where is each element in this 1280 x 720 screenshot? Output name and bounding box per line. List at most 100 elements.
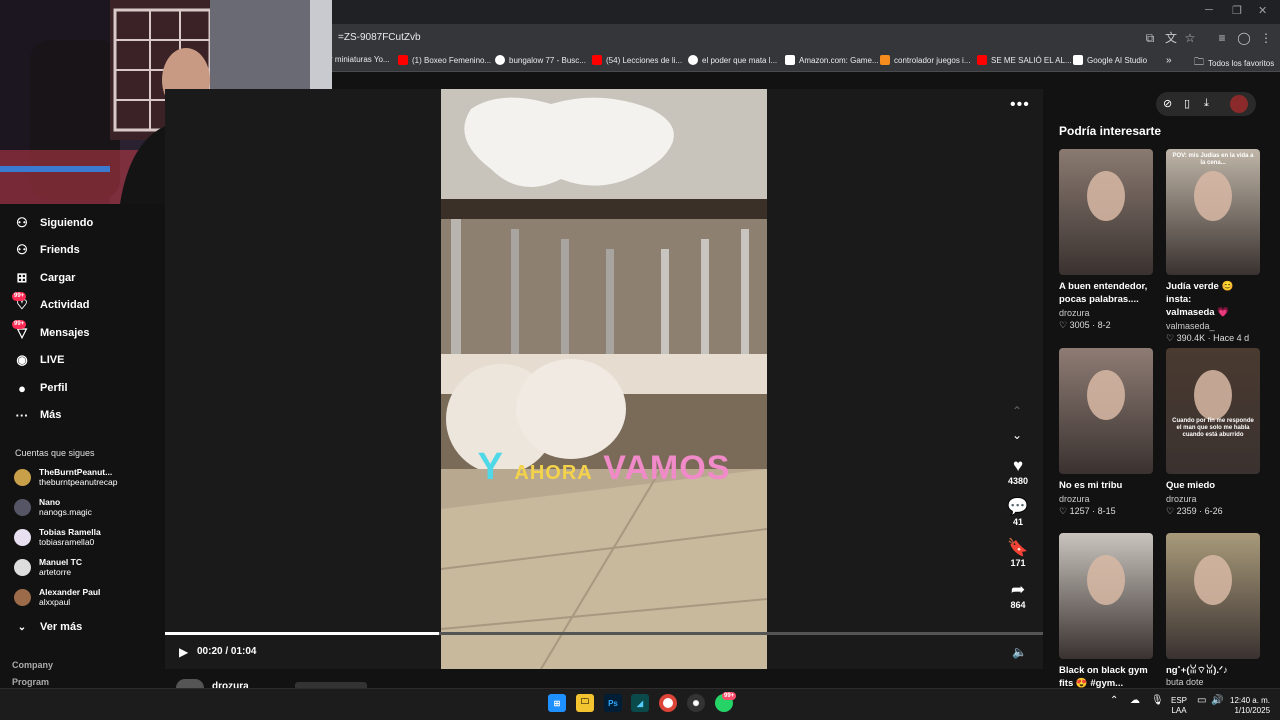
next-video-icon[interactable]: ⌄	[1012, 428, 1022, 442]
footer-program[interactable]: Program	[12, 677, 49, 687]
share-button[interactable]: ➦ 864	[1003, 580, 1033, 610]
sidebar-item-mensajes[interactable]: ▽ 99+ Mensajes	[12, 320, 90, 341]
sidebar-item-live[interactable]: ◉ LIVE	[14, 352, 64, 368]
start-icon[interactable]: ⊞	[548, 694, 566, 712]
comment-button[interactable]: 💬 41	[1003, 497, 1033, 527]
followed-account[interactable]: Nano nanogs.magic	[14, 497, 92, 517]
bookmark-item[interactable]: SE ME SALIÓ EL AL...	[977, 55, 1072, 65]
thumbnail-figure	[1087, 555, 1125, 605]
followed-account[interactable]: TheBurntPeanut... theburntpeanutrecap	[14, 467, 117, 487]
play-icon[interactable]: ▶	[179, 645, 188, 659]
restore-icon[interactable]: ❐	[1232, 4, 1242, 17]
bookmark-item[interactable]: bungalow 77 - Busc...	[495, 55, 586, 65]
sidebar-item-cargar[interactable]: ⊞ Cargar	[14, 270, 76, 286]
card-author: drozura	[1166, 494, 1197, 504]
tray-arrow-icon[interactable]: ⌃	[1110, 696, 1118, 706]
bookmark-label: bungalow 77 - Busc...	[509, 55, 586, 65]
card-title: Que miedo	[1166, 479, 1261, 492]
chrome-icon[interactable]	[659, 694, 677, 712]
download-icon[interactable]: ⤓	[1204, 97, 1209, 110]
video-thumbnail: Cuando por fin me responde el man que so…	[1166, 348, 1260, 474]
save-button[interactable]: 🔖 171	[1003, 538, 1033, 568]
recommended-video-card[interactable]: A buen entendedor, pocas palabras.... droz…	[1059, 149, 1154, 331]
recommended-video-card[interactable]: ng˚+(ꈍ⌔ꈍ).ᐟ♪ buta dote	[1166, 533, 1261, 687]
clock[interactable]: 12:40 a. m. 1/10/2025	[1230, 696, 1270, 716]
see-more-label: Ver más	[40, 621, 83, 633]
whatsapp-badge: 99+	[722, 692, 737, 700]
profile-icon[interactable]: ◯	[1236, 30, 1252, 46]
sidebar-item-más[interactable]: ··· Más	[14, 407, 62, 423]
media-controls-icon[interactable]: ≡	[1214, 30, 1230, 46]
bookmark-star-icon[interactable]: ☆	[1182, 30, 1198, 46]
all-bookmarks[interactable]: 🗀 Todos los favoritos	[1194, 55, 1274, 72]
bookmark-item[interactable]: Google AI Studio	[1073, 55, 1147, 65]
account-name: Tobias Ramella	[39, 527, 101, 537]
minimize-icon[interactable]: ─	[1205, 4, 1213, 16]
account-name: TheBurntPeanut...	[39, 467, 113, 477]
browser-menu-icon[interactable]: ⋮	[1258, 30, 1274, 46]
account-name: Manuel TC	[39, 557, 82, 567]
followed-account[interactable]: Manuel TC artetorre	[14, 557, 82, 577]
thumbnail-figure	[1194, 171, 1232, 221]
translate-icon[interactable]: 文	[1163, 30, 1179, 46]
sidebar-item-label: Perfil	[40, 382, 68, 394]
recommended-video-card[interactable]: POV: mis Judías en la vida a la cena... J…	[1166, 149, 1261, 344]
sidebar-item-siguiendo[interactable]: ⚇ Siguiendo	[14, 215, 93, 231]
store-icon	[880, 55, 890, 65]
volume-icon[interactable]: 🔈	[1012, 645, 1027, 659]
caption-word-3: VAMOS	[603, 449, 731, 487]
sidebar-item-actividad[interactable]: ♡ 99+ Actividad	[12, 292, 90, 313]
recommended-video-card[interactable]: Cuando por fin me responde el man que so…	[1166, 348, 1261, 517]
sidebar-item-friends[interactable]: ⚇ Friends	[14, 242, 80, 258]
bookmark-item[interactable]: el poder que mata l...	[688, 55, 777, 65]
bookmark-label: (1) Boxeo Femenino...	[412, 55, 492, 65]
followed-account[interactable]: Tobias Ramella tobiasramella0	[14, 527, 101, 547]
profile-icon: ●	[18, 380, 26, 396]
sidebar-item-perfil[interactable]: ● Perfil	[14, 380, 68, 396]
card-title-line: pocas palabras....	[1059, 294, 1139, 305]
compass-icon[interactable]: ⊘	[1163, 97, 1172, 110]
tray-app-icon[interactable]: ☁	[1130, 696, 1140, 706]
card-likes: 2359	[1176, 506, 1197, 516]
speaker-icon[interactable]: 🔊	[1211, 696, 1223, 706]
bookmark-label: Google AI Studio	[1087, 55, 1148, 65]
previous-video-icon[interactable]: ⌃	[1012, 404, 1022, 418]
bookmark-item[interactable]: r miniaturas Yo...	[330, 55, 390, 64]
mic-icon[interactable]: 🎙	[1151, 696, 1164, 706]
author-avatar[interactable]	[176, 679, 204, 688]
thumbnail-text: Cuando por fin me responde el man que so…	[1172, 418, 1254, 438]
card-title: No es mi tribu	[1059, 479, 1154, 492]
file-explorer-icon[interactable]: 🗀	[576, 694, 594, 712]
bookmark-item[interactable]: (1) Boxeo Femenino...	[398, 55, 491, 65]
card-date: 8-15	[1097, 506, 1116, 516]
photoshop-icon[interactable]: Ps	[604, 694, 622, 712]
install-app-icon[interactable]: ⧉	[1142, 30, 1158, 46]
thumbnail-text: POV: mis Judías en la vida a la cena...	[1172, 153, 1254, 166]
more-options-icon[interactable]: •••	[1010, 96, 1030, 114]
app-icon[interactable]: ◢	[631, 694, 649, 712]
clock-time: 12:40 a. m.	[1230, 696, 1271, 705]
recommended-video-card[interactable]: No es mi tribu drozura ♡ 1257 · 8-15	[1059, 348, 1154, 517]
bookmarks-overflow[interactable]: »	[1166, 55, 1172, 66]
bookmark-item[interactable]: Amazon.com: Game...	[785, 55, 879, 65]
language-indicator[interactable]: ESP LAA	[1171, 696, 1187, 716]
author-name[interactable]: drozura	[212, 681, 249, 688]
phone-icon[interactable]: ▯	[1184, 97, 1190, 110]
video-player[interactable]	[441, 89, 767, 669]
chatgpt-icon[interactable]: ✺	[687, 694, 705, 712]
footer-company[interactable]: Company	[12, 660, 53, 670]
recommended-video-card[interactable]: Black on black gym fits 😍 #gym...	[1059, 533, 1154, 688]
bookmark-item[interactable]: (54) Lecciones de li...	[592, 55, 682, 65]
close-window-icon[interactable]: ✕	[1258, 4, 1267, 17]
followed-account[interactable]: Alexander Paul alxxpaul	[14, 587, 100, 607]
url-text[interactable]: =ZS-9087FCutZvb	[338, 32, 421, 43]
account-username: theburntpeanutrecap	[39, 477, 118, 487]
network-icon[interactable]: ▭	[1197, 696, 1206, 706]
comment-count: 41	[1012, 517, 1023, 527]
caption-word-1: Y	[477, 446, 504, 488]
user-avatar[interactable]	[1230, 95, 1248, 113]
like-button[interactable]: ♥ 4380	[1003, 456, 1033, 486]
all-bookmarks-label: Todos los favoritos	[1208, 59, 1275, 68]
see-more-button[interactable]: ⌄ Ver más	[14, 619, 82, 635]
bookmark-item[interactable]: controlador juegos i...	[880, 55, 971, 65]
